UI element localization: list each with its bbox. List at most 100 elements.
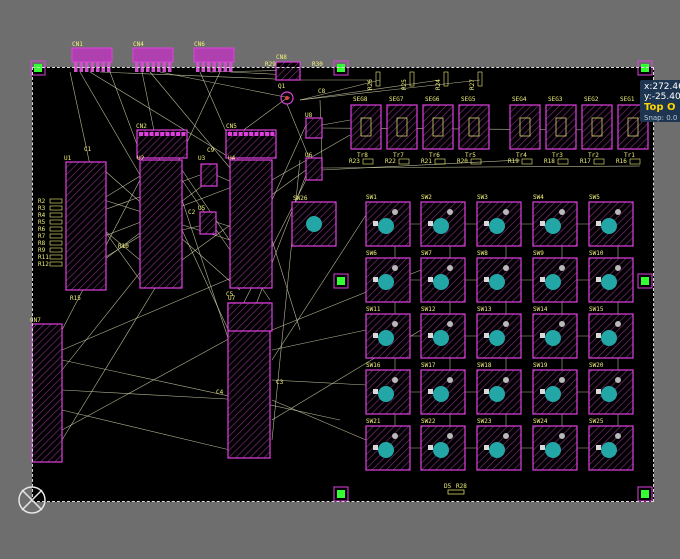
seven-segment-display[interactable] <box>422 104 454 150</box>
tactile-switch[interactable] <box>588 425 634 471</box>
resistor-body[interactable] <box>593 158 605 165</box>
seven-segment-display[interactable] <box>350 104 382 150</box>
tactile-switch[interactable] <box>365 425 411 471</box>
switch-pin <box>428 333 433 338</box>
top-connector[interactable] <box>71 47 113 72</box>
pcb-canvas[interactable]: CN1 CN4 CN6CN2 CN5U1 U2 U4U7U3U5U8U6CN7CN8Q1C… <box>0 0 680 559</box>
top-connector[interactable] <box>132 47 174 72</box>
resistor-body[interactable] <box>375 71 381 87</box>
connector-cn8[interactable] <box>275 61 301 81</box>
seven-segment-display[interactable] <box>386 104 418 150</box>
tactile-switch[interactable] <box>476 257 522 303</box>
seven-segment-display[interactable] <box>509 104 541 150</box>
header-pin <box>259 132 264 136</box>
tactile-switch[interactable] <box>365 201 411 247</box>
tactile-switch[interactable] <box>532 201 578 247</box>
resistor-body[interactable] <box>49 198 63 204</box>
tactile-switch[interactable] <box>588 201 634 247</box>
switch-center-pad <box>601 274 617 290</box>
resistor-body[interactable] <box>49 212 63 218</box>
resistor-body[interactable] <box>49 205 63 211</box>
resistor-body[interactable] <box>521 158 533 165</box>
resistor-label: R11 <box>38 254 49 261</box>
switch-pin <box>540 277 545 282</box>
connector-cn7[interactable] <box>31 323 63 463</box>
seven-segment-display[interactable] <box>581 104 613 150</box>
resistor-body[interactable] <box>49 247 63 253</box>
connector-pin <box>101 62 105 72</box>
resistor-body[interactable] <box>629 158 641 165</box>
resistor-body[interactable] <box>49 226 63 232</box>
tactile-switch[interactable] <box>420 425 466 471</box>
component-label: C2 <box>188 209 196 216</box>
tactile-switch[interactable] <box>476 425 522 471</box>
switch-corner-pad <box>615 321 621 327</box>
tactile-switch[interactable] <box>532 313 578 359</box>
tactile-switch[interactable] <box>365 313 411 359</box>
resistor-body[interactable] <box>477 71 483 87</box>
tactile-switch[interactable] <box>365 369 411 415</box>
seven-segment-display[interactable] <box>545 104 577 150</box>
tactile-switch[interactable] <box>532 425 578 471</box>
tactile-switch[interactable] <box>588 369 634 415</box>
tactile-switch[interactable] <box>532 257 578 303</box>
tactile-switch[interactable] <box>420 201 466 247</box>
switch-center-pad <box>433 330 449 346</box>
tactile-switch[interactable] <box>420 257 466 303</box>
resistor-body[interactable] <box>470 158 482 165</box>
transistor-q1[interactable] <box>280 91 294 105</box>
resistor-label: R5 <box>38 219 46 226</box>
resistor-label: R7 <box>38 233 46 240</box>
resistor-body[interactable] <box>49 261 63 267</box>
tactile-switch[interactable] <box>588 313 634 359</box>
switch-corner-pad <box>615 433 621 439</box>
ic-u4[interactable] <box>229 159 273 289</box>
ic-u2[interactable] <box>139 159 183 289</box>
switch-sw26[interactable] <box>291 201 337 247</box>
tactile-switch[interactable] <box>476 369 522 415</box>
ic-u7-header[interactable] <box>227 302 273 332</box>
ic-u4-body <box>229 159 273 289</box>
resistor-body[interactable] <box>49 219 63 225</box>
connector-cn7-body <box>31 323 63 463</box>
resistor-body[interactable] <box>557 158 569 165</box>
switch-label: SW19 <box>533 362 548 369</box>
tactile-switch[interactable] <box>365 257 411 303</box>
connector-pin <box>85 62 89 72</box>
tactile-switch[interactable] <box>532 369 578 415</box>
resistor-body[interactable] <box>362 158 374 165</box>
header-pin <box>176 132 181 136</box>
resistor-body[interactable] <box>434 158 446 165</box>
switch-label: SW2 <box>421 194 432 201</box>
top-connector[interactable] <box>193 47 235 72</box>
resistor-body[interactable] <box>49 233 63 239</box>
tactile-switch[interactable] <box>420 369 466 415</box>
ratsnest-line <box>99 71 301 81</box>
seven-segment-display[interactable] <box>458 104 490 150</box>
ic-label: U3 <box>198 155 206 162</box>
tactile-switch[interactable] <box>476 201 522 247</box>
ic-u1[interactable] <box>65 161 107 291</box>
ic-u8[interactable] <box>305 117 323 139</box>
switch-center-pad <box>489 386 505 402</box>
tactile-switch[interactable] <box>476 313 522 359</box>
tactile-switch[interactable] <box>588 257 634 303</box>
resistor-body[interactable] <box>398 158 410 165</box>
resistor-label: R20 <box>457 158 468 165</box>
ic-u6[interactable] <box>305 157 323 181</box>
connector-pin <box>90 62 94 72</box>
tactile-switch[interactable] <box>420 313 466 359</box>
resistor-r28[interactable] <box>447 489 465 495</box>
connector-pin <box>74 62 78 72</box>
resistor-body[interactable] <box>49 254 63 260</box>
header-pin <box>254 132 259 136</box>
components[interactable]: CN1 CN4 CN6CN2 CN5U1 U2 U4U7U3U5U8U6CN7CN8Q1C… <box>30 41 649 495</box>
switch-center-pad <box>433 442 449 458</box>
resistor-label: R17 <box>580 158 591 165</box>
connector-pin <box>107 62 111 72</box>
resistor-body[interactable] <box>49 240 63 246</box>
ic-u3[interactable] <box>200 163 218 187</box>
seven-segment-display-body <box>422 104 454 150</box>
switch-label: SW4 <box>533 194 544 201</box>
ic-u5[interactable] <box>199 211 217 235</box>
